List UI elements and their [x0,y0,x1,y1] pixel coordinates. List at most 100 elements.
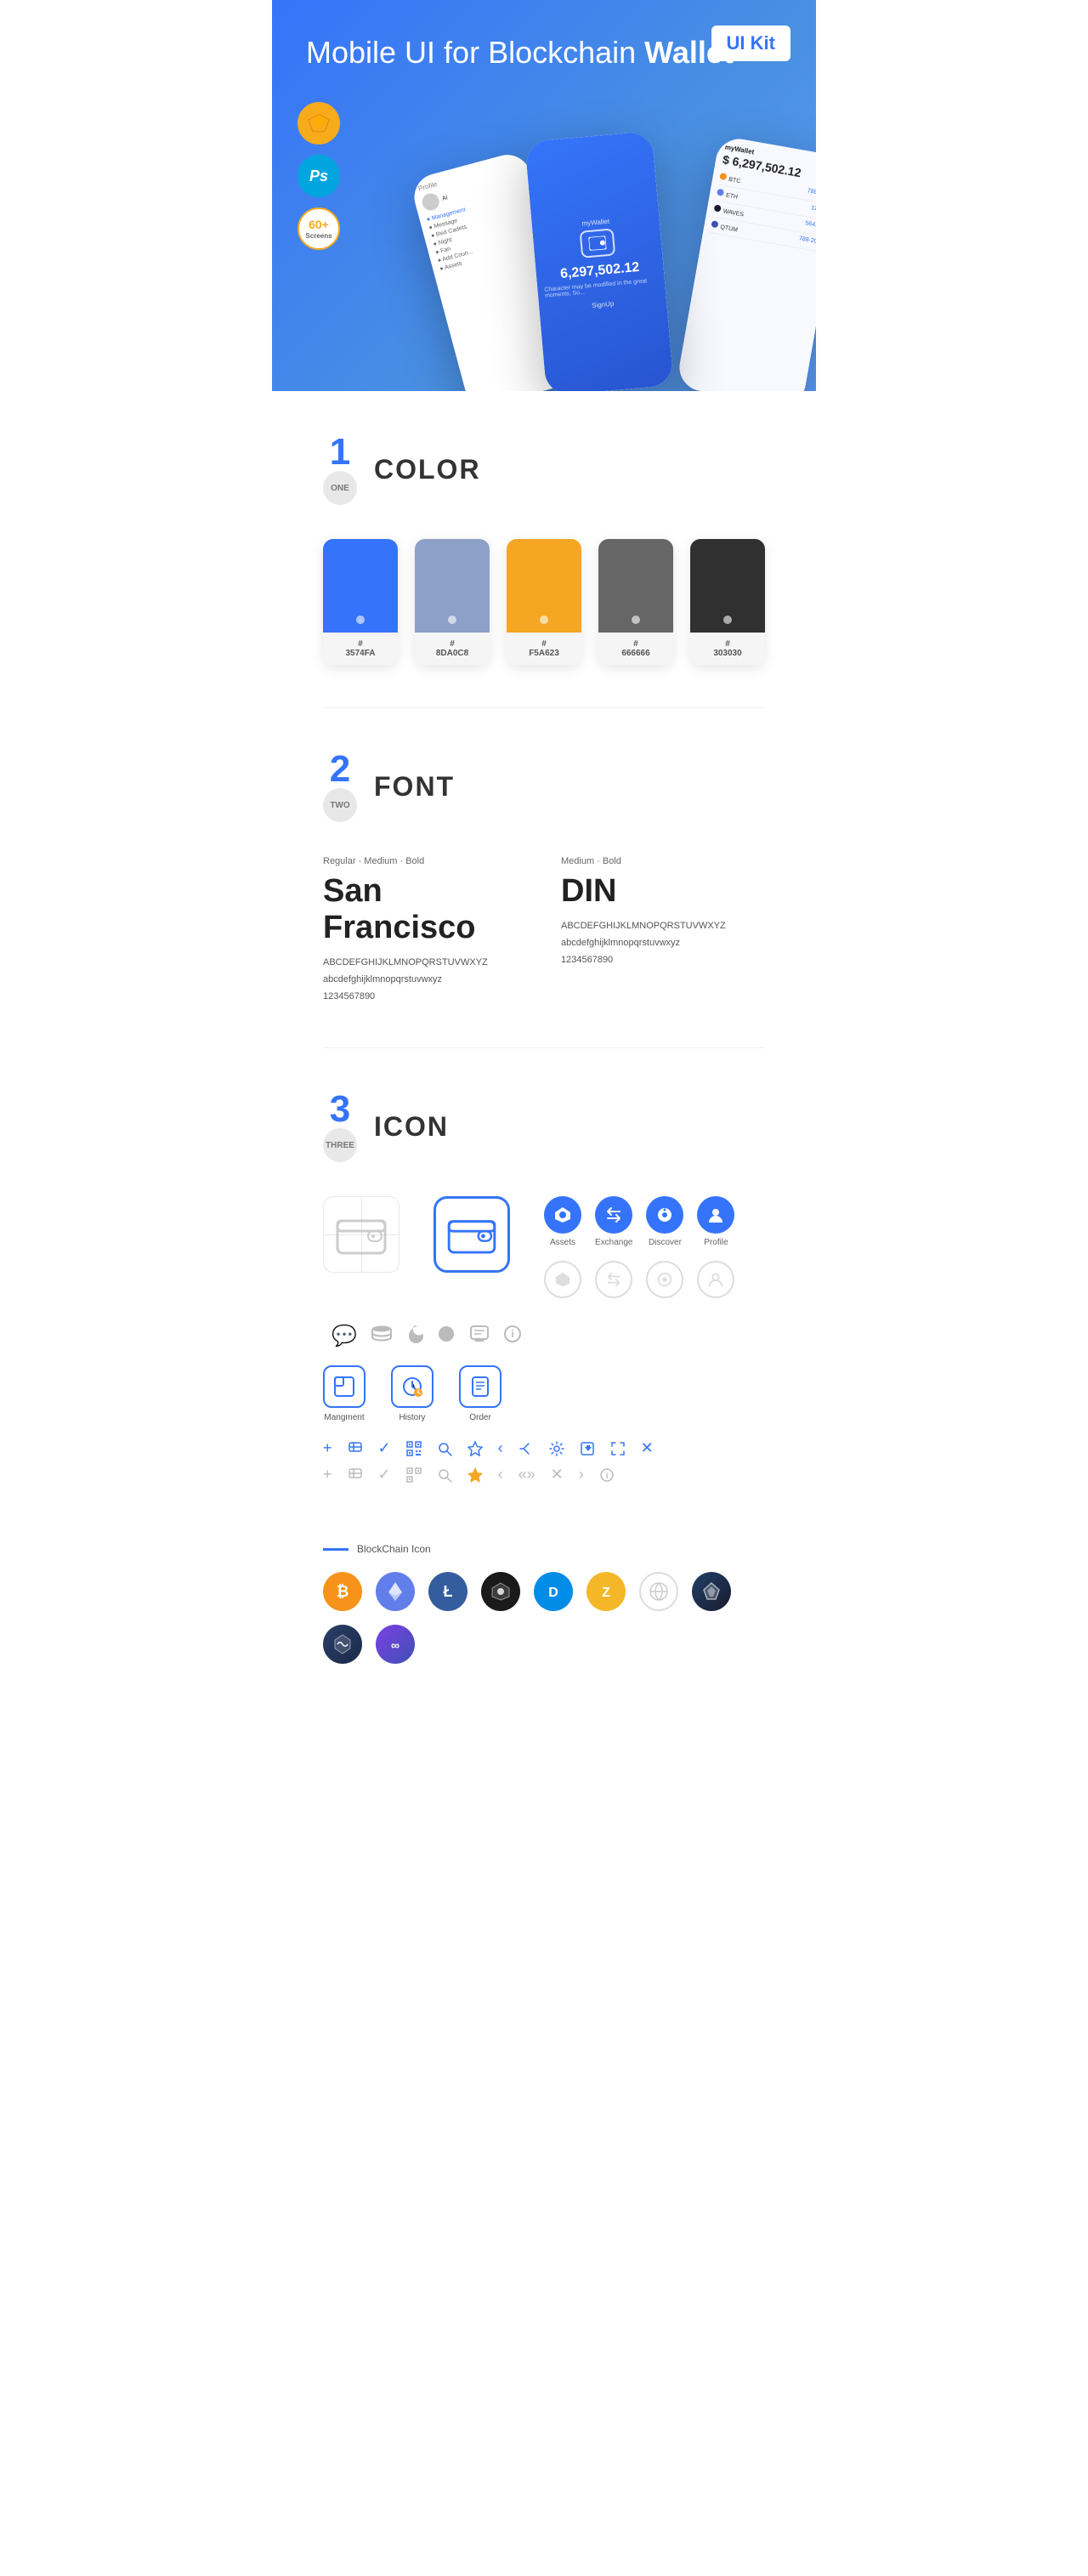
font-sf-upper: ABCDEFGHIJKLMNOPQRSTUVWXYZ [323,955,527,972]
plus-icon: + [323,1439,332,1457]
blackcoin-icon [481,1572,520,1611]
exchange-label: Exchange [595,1238,632,1247]
moon-icon [406,1325,423,1348]
mgmt-icon-row: Mangment History Order [323,1365,765,1422]
color-swatch-orange: #F5A623 [507,539,581,665]
font-section-header: 2 TWO FONT [323,751,765,822]
profile-icon-item: Profile [697,1196,734,1247]
color-swatch-blue: #3574FA [323,539,398,665]
stack-icon [371,1325,393,1348]
icon-section: 3 THREE ICON [272,1048,816,1535]
color-swatch-gray: #666666 [598,539,673,665]
svg-text:Ł: Ł [444,1583,453,1600]
font-din-nums: 1234567890 [561,952,765,969]
color-swatches: #3574FA #8DA0C8 #F5A623 #666666 #303030 [323,539,765,665]
svg-text:∞: ∞ [391,1638,400,1652]
check-icon: ✓ [378,1439,391,1457]
profile-label: Profile [704,1238,728,1247]
font-sf-nums: 1234567890 [323,989,527,1006]
litecoin-icon: Ł [428,1572,468,1611]
svg-text:₿: ₿ [337,1583,349,1600]
qr-icon-gray [406,1467,422,1483]
utility-icons-blue: + ✓ ‹ ✕ [323,1439,765,1457]
star-icon-filled [468,1467,483,1483]
history-icon [391,1365,434,1408]
close-icon: ✕ [641,1439,654,1457]
section-number-2: 2 TWO [323,751,357,822]
discover-icon [646,1196,683,1234]
wallet-outline-icon [336,1214,387,1255]
blockchain-line-decoration [323,1548,348,1551]
font-title: FONT [374,771,455,803]
font-din-style: Medium · Bold [561,856,765,866]
ethereum-icon [376,1572,415,1611]
svg-text:i: i [511,1328,513,1340]
svg-text:i: i [605,1472,608,1481]
gridcoin-icon [639,1572,678,1611]
back-icon: ‹ [498,1439,503,1457]
info-circle-icon: i [503,1325,522,1348]
exchange-icon-item: Exchange [595,1196,632,1247]
misc-icons-row: 💬 i [323,1324,765,1348]
discover-label: Discover [649,1238,682,1247]
assets-label: Assets [550,1238,575,1247]
blockchain-label: BlockChain Icon [323,1543,765,1555]
wallet-icon-group: Assets Exchange Discover [323,1196,765,1298]
discover-icon-outline [646,1261,683,1298]
order-icon [459,1365,502,1408]
back-icon-gray: ‹ [498,1466,503,1484]
font-din-lower: abcdefghijklmnopqrstuvwxyz [561,935,765,952]
history-icon-item: History [391,1365,434,1422]
zcash-icon: Z [586,1572,626,1611]
icon-section-header: 3 THREE ICON [323,1091,765,1162]
font-din-name: DIN [561,873,765,910]
color-title: COLOR [374,454,481,485]
circle-icon [437,1325,456,1348]
section-number-1: 1 ONE [323,434,357,505]
x-icon-gray: ✕ [551,1466,564,1484]
hero-section: Mobile UI for Blockchain Wallet UI Kit P… [272,0,816,391]
edit-icon-gray [348,1467,363,1483]
svg-text:D: D [548,1586,558,1600]
tool-badges: Ps 60+ Screens [298,102,340,250]
upload-icon [580,1441,595,1456]
matic-icon: ∞ [376,1625,415,1664]
font-din-upper: ABCDEFGHIJKLMNOPQRSTUVWXYZ [561,918,765,935]
font-din: Medium · Bold DIN ABCDEFGHIJKLMNOPQRSTUV… [561,856,765,1005]
assets-icon-outline [544,1261,581,1298]
plus-icon-gray: + [323,1466,332,1484]
profile-icon [697,1196,734,1234]
chat-bubble-icon [469,1325,490,1348]
assets-icon-item: Assets [544,1196,581,1247]
assets-icon [544,1196,581,1234]
color-section-header: 1 ONE COLOR [323,434,765,505]
discover-icon-item: Discover [646,1196,683,1247]
order-label: Order [469,1413,491,1422]
section-number-3: 3 THREE [323,1091,357,1162]
forward-icon: › [579,1466,584,1484]
check-icon-gray: ✓ [378,1466,391,1484]
management-label: Mangment [324,1413,364,1422]
phone-right: myWallet $ 6,297,502.12 BTC 788-2003 ETH… [676,135,816,391]
font-sf-style: Regular · Medium · Bold [323,856,527,866]
utility-icons-gray: + ✓ ‹ «» ✕ › i [323,1466,765,1484]
settings-icon [549,1441,564,1456]
exchange-icon-outline [595,1261,632,1298]
nav-icons-group: Assets Exchange Discover [544,1196,734,1298]
blockchain-text: BlockChain Icon [357,1543,431,1555]
speech-bubble-icon: 💬 [332,1324,357,1348]
svg-text:Z: Z [602,1586,610,1600]
bitcoin-icon: ₿ [323,1572,362,1611]
color-swatch-gray-blue: #8DA0C8 [415,539,490,665]
search-icon [437,1441,452,1456]
profile-icon-outline [697,1261,734,1298]
screens-badge: 60+ Screens [298,207,340,250]
info-icon: i [599,1467,615,1483]
search-icon-gray [437,1467,452,1483]
icon-wallet-outline-container [323,1196,400,1273]
history-label: History [399,1413,425,1422]
share-icon [518,1441,534,1456]
waves-icon [323,1625,362,1664]
wallet-filled-icon [447,1215,496,1254]
crypto-icons-row: ₿ Ł D Z [323,1572,765,1664]
